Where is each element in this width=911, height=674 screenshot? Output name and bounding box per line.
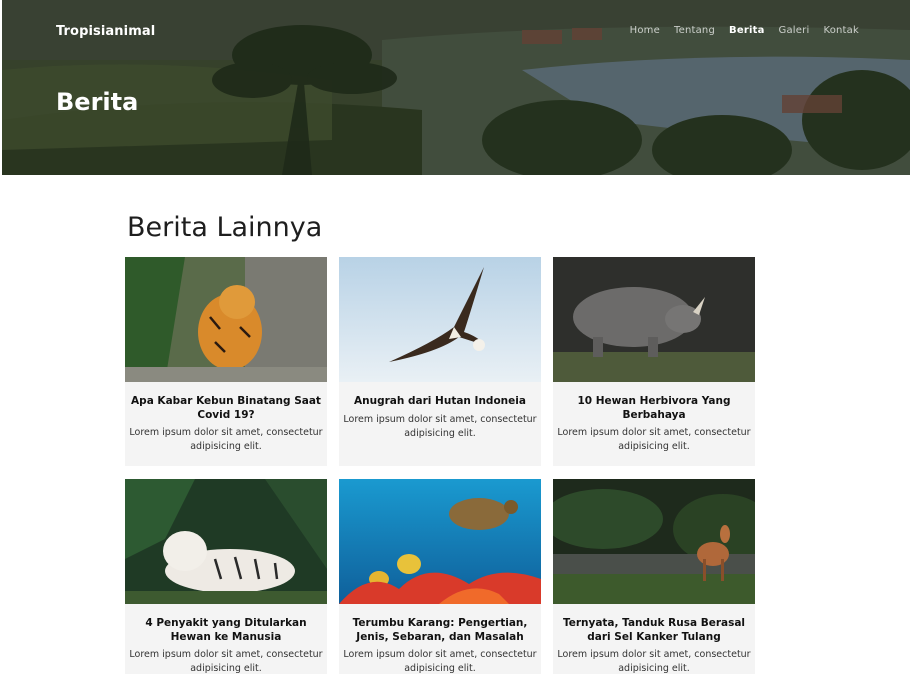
hero-banner: Tropisianimal Home Tentang Berita Galeri… xyxy=(2,0,910,175)
news-title[interactable]: 4 Penyakit yang Ditularkan Hewan ke Manu… xyxy=(129,617,323,644)
news-card[interactable]: Apa Kabar Kebun Binatang Saat Covid 19? … xyxy=(125,257,327,466)
news-excerpt: Lorem ipsum dolor sit amet, consectetur … xyxy=(129,649,323,674)
news-card[interactable]: Ternyata, Tanduk Rusa Berasal dari Sel K… xyxy=(553,479,755,674)
nav-galeri[interactable]: Galeri xyxy=(779,25,810,36)
deer-photo xyxy=(553,479,755,604)
main-nav: Home Tentang Berita Galeri Kontak xyxy=(630,25,859,36)
tiger-photo xyxy=(125,257,327,382)
news-card[interactable]: 10 Hewan Herbivora Yang Berbahaya Lorem … xyxy=(553,257,755,466)
news-card[interactable]: Terumbu Karang: Pengertian, Jenis, Sebar… xyxy=(339,479,541,674)
news-title[interactable]: 10 Hewan Herbivora Yang Berbahaya xyxy=(557,395,751,422)
white-tiger-photo xyxy=(125,479,327,604)
news-excerpt: Lorem ipsum dolor sit amet, consectetur … xyxy=(343,649,537,674)
news-excerpt: Lorem ipsum dolor sit amet, consectetur … xyxy=(557,649,751,674)
news-excerpt: Lorem ipsum dolor sit amet, consectetur … xyxy=(129,427,323,452)
brand-logo[interactable]: Tropisianimal xyxy=(56,24,155,39)
news-title[interactable]: Apa Kabar Kebun Binatang Saat Covid 19? xyxy=(129,395,323,422)
news-title[interactable]: Terumbu Karang: Pengertian, Jenis, Sebar… xyxy=(343,617,537,644)
nav-tentang[interactable]: Tentang xyxy=(674,25,715,36)
news-grid: Apa Kabar Kebun Binatang Saat Covid 19? … xyxy=(125,257,756,674)
news-card[interactable]: 4 Penyakit yang Ditularkan Hewan ke Manu… xyxy=(125,479,327,674)
news-title[interactable]: Ternyata, Tanduk Rusa Berasal dari Sel K… xyxy=(557,617,751,644)
coral-reef-photo xyxy=(339,479,541,604)
nav-kontak[interactable]: Kontak xyxy=(823,25,859,36)
news-title[interactable]: Anugrah dari Hutan Indoneia xyxy=(343,395,537,409)
eagle-photo xyxy=(339,257,541,382)
nav-berita[interactable]: Berita xyxy=(729,25,765,36)
section-title: Berita Lainnya xyxy=(127,212,323,243)
news-excerpt: Lorem ipsum dolor sit amet, consectetur … xyxy=(343,413,537,439)
rhino-photo xyxy=(553,257,755,382)
news-card[interactable]: Anugrah dari Hutan Indoneia Lorem ipsum … xyxy=(339,257,541,466)
page-title: Berita xyxy=(56,88,139,116)
news-excerpt: Lorem ipsum dolor sit amet, consectetur … xyxy=(557,427,751,452)
nav-home[interactable]: Home xyxy=(630,25,660,36)
